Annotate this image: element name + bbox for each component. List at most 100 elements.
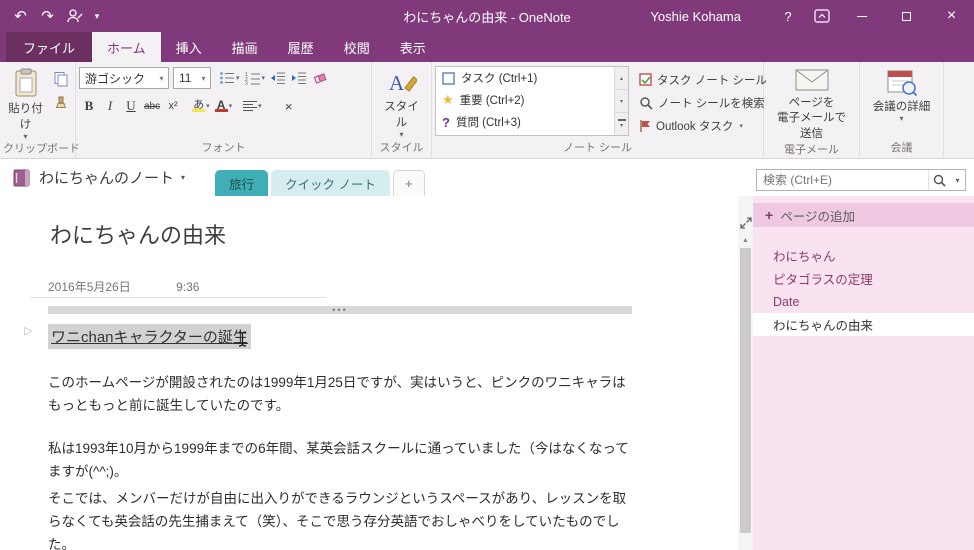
font-name-dropdown-icon[interactable]: ▾ (155, 74, 168, 83)
section-tab-travel[interactable]: 旅行 (215, 170, 269, 196)
notebook-dropdown[interactable]: わにちゃんのノート ▾ (12, 167, 185, 188)
tab-insert[interactable]: 挿入 (161, 32, 217, 62)
account-name[interactable]: Yoshie Kohama (650, 9, 741, 24)
superscript-button[interactable]: x² (163, 95, 183, 117)
bold-button[interactable]: B (79, 95, 99, 117)
paragraph[interactable]: 私は1993年10月から1999年までの6年間、某英会話スクールに通っていました… (48, 437, 632, 483)
new-section-button[interactable]: + (393, 170, 425, 196)
minimize-button[interactable] (839, 0, 884, 32)
notebook-name: わにちゃんのノート (39, 170, 175, 187)
ribbon-display-options-icon[interactable] (805, 0, 839, 32)
note-outline: ••• ワニchanキャラクターの誕生 このホームページが開設されたのは1999… (48, 306, 632, 550)
increase-indent-icon[interactable] (289, 67, 309, 89)
svg-text:A: A (389, 71, 405, 95)
full-page-view-icon[interactable] (739, 216, 752, 230)
tag-scroll-up-icon[interactable]: ▴ (615, 67, 628, 90)
decrease-indent-icon[interactable] (268, 67, 288, 89)
page-title[interactable]: わにちゃんの由来 (50, 218, 226, 250)
paste-button[interactable]: 貼り付け ▾ (3, 64, 48, 142)
styles-button[interactable]: A スタイル ▾ (375, 64, 428, 140)
close-button[interactable]: × (929, 0, 974, 32)
customize-qat-icon[interactable]: ▾ (89, 3, 105, 29)
search-box: ▾ (756, 169, 966, 191)
styles-dropdown-icon[interactable]: ▾ (399, 131, 403, 139)
tag-label: 質問 (Ctrl+3) (455, 117, 521, 129)
search-input[interactable] (757, 173, 928, 187)
ribbon-spacer (944, 62, 974, 158)
bullets-icon[interactable]: ▾ (217, 67, 242, 89)
tab-home[interactable]: ホーム (92, 32, 161, 62)
outline-move-handle[interactable]: ••• (48, 306, 632, 315)
italic-button[interactable]: I (100, 95, 120, 117)
numbering-icon[interactable]: 123 ▾ (243, 67, 268, 89)
star-icon: ★ (442, 92, 454, 107)
page-list-item-selected[interactable]: わにちゃんの由来 (753, 313, 974, 336)
group-styles: A スタイル ▾ スタイル (372, 62, 432, 158)
eraser-icon[interactable] (310, 67, 330, 89)
search-icon[interactable] (928, 170, 950, 190)
page-list-item[interactable]: ピタゴラスの定理 (753, 267, 974, 290)
pen-input-icon[interactable] (62, 3, 87, 29)
tag-gallery-more-icon[interactable]: ▾ (615, 113, 628, 135)
minimize-icon (856, 15, 867, 17)
font-size-dropdown-icon[interactable]: ▾ (197, 74, 210, 83)
outlook-tasks-label: Outlook タスク (656, 120, 734, 133)
tag-scroll-down-icon[interactable]: ▾ (615, 90, 628, 113)
help-icon[interactable]: ? (771, 0, 805, 32)
redo-icon[interactable]: ↷ (35, 3, 60, 29)
tab-history[interactable]: 履歴 (273, 32, 329, 62)
paragraph-collapse-icon[interactable]: ▷ (24, 324, 32, 337)
ribbon: 貼り付け ▾ クリップボード 游ゴシック ▾ 11 ▾ ▾ 1 2 3 ▾ B … (0, 62, 974, 159)
paragraph[interactable]: このホームページが開設されたのは1999年1月25日ですが、実はいうと、ピンクの… (48, 371, 632, 417)
maximize-icon (902, 11, 911, 21)
tag-item-todo[interactable]: タスク (Ctrl+1) (436, 67, 614, 89)
group-label-tags: ノート シール (562, 142, 633, 154)
email-page-button[interactable]: ページを 電子メールで送信 (767, 64, 856, 143)
page-time: 9:36 (176, 280, 200, 294)
undo-icon[interactable]: ↶ (8, 3, 33, 29)
meeting-details-dropdown-icon[interactable]: ▾ (899, 115, 903, 123)
tag-label: タスク (Ctrl+1) (461, 73, 538, 85)
search-scope-dropdown-icon[interactable]: ▾ (950, 176, 965, 185)
scrollbar-thumb[interactable] (740, 248, 751, 533)
copy-icon[interactable] (50, 68, 72, 90)
onenote-window: ↶ ↷ ▾ わにちゃんの由来 - OneNote Yoshie Kohama ?… (0, 0, 974, 550)
tab-view[interactable]: 表示 (385, 32, 441, 62)
font-color-button[interactable]: A ▾ (213, 95, 235, 117)
todo-tag-button[interactable]: タスク ノート シール (635, 68, 771, 91)
tab-review[interactable]: 校閲 (329, 32, 385, 62)
selected-heading-text[interactable]: ワニchanキャラクターの誕生 (48, 324, 251, 349)
tag-item-important[interactable]: ★ 重要 (Ctrl+2) (436, 89, 614, 111)
section-tab-quick-notes[interactable]: クイック ノート (271, 170, 390, 196)
outlook-tasks-dropdown-icon[interactable]: ▾ (739, 122, 743, 130)
page-list-sidebar: + ページの追加 わにちゃん ピタゴラスの定理 Date わにちゃんの由来 (753, 196, 974, 550)
paste-dropdown-icon[interactable]: ▾ (23, 133, 27, 141)
font-name-combo[interactable]: 游ゴシック ▾ (79, 67, 169, 89)
maximize-button[interactable] (884, 0, 929, 32)
email-label-line2: 電子メールで送信 (777, 112, 846, 140)
paragraph-alignment-icon[interactable]: ▾ (241, 95, 264, 117)
page-scrollbar[interactable]: ▲ (738, 196, 753, 550)
add-page-button[interactable]: + ページの追加 (753, 203, 974, 227)
note-body[interactable]: このホームページが開設されたのは1999年1月25日ですが、実はいうと、ピンクの… (48, 371, 632, 550)
tab-file[interactable]: ファイル (6, 32, 93, 62)
plus-icon: + (765, 207, 774, 223)
page-list-item[interactable]: わにちゃん (753, 244, 974, 267)
meeting-details-button[interactable]: 会議の詳細 ▾ (868, 64, 936, 124)
page-canvas[interactable]: わにちゃんの由来 2016年5月26日 9:36 ▷ ••• ワニchanキャラ… (0, 196, 738, 550)
page-list: わにちゃん ピタゴラスの定理 Date わにちゃんの由来 (753, 244, 974, 336)
page-list-item[interactable]: Date (753, 290, 974, 313)
find-tags-button[interactable]: ノート シールを検索 (635, 91, 771, 114)
scroll-up-icon[interactable]: ▲ (738, 234, 753, 247)
strikethrough-button[interactable]: abc (142, 95, 162, 117)
tag-item-question[interactable]: ? 質問 (Ctrl+3) (436, 111, 614, 133)
paragraph[interactable]: そこでは、メンバーだけが自由に出入りができるラウンジというスペースがあり、レッス… (48, 487, 632, 550)
format-painter-icon[interactable] (50, 93, 72, 115)
outlook-tasks-button[interactable]: Outlook タスク ▾ (635, 114, 771, 137)
styles-label: スタイル (384, 101, 419, 129)
tab-draw[interactable]: 描画 (217, 32, 273, 62)
underline-button[interactable]: U (121, 95, 141, 117)
font-size-combo[interactable]: 11 ▾ (173, 67, 211, 89)
highlight-button[interactable]: あ ▾ (190, 95, 212, 117)
clear-formatting-icon[interactable]: × (279, 95, 299, 117)
